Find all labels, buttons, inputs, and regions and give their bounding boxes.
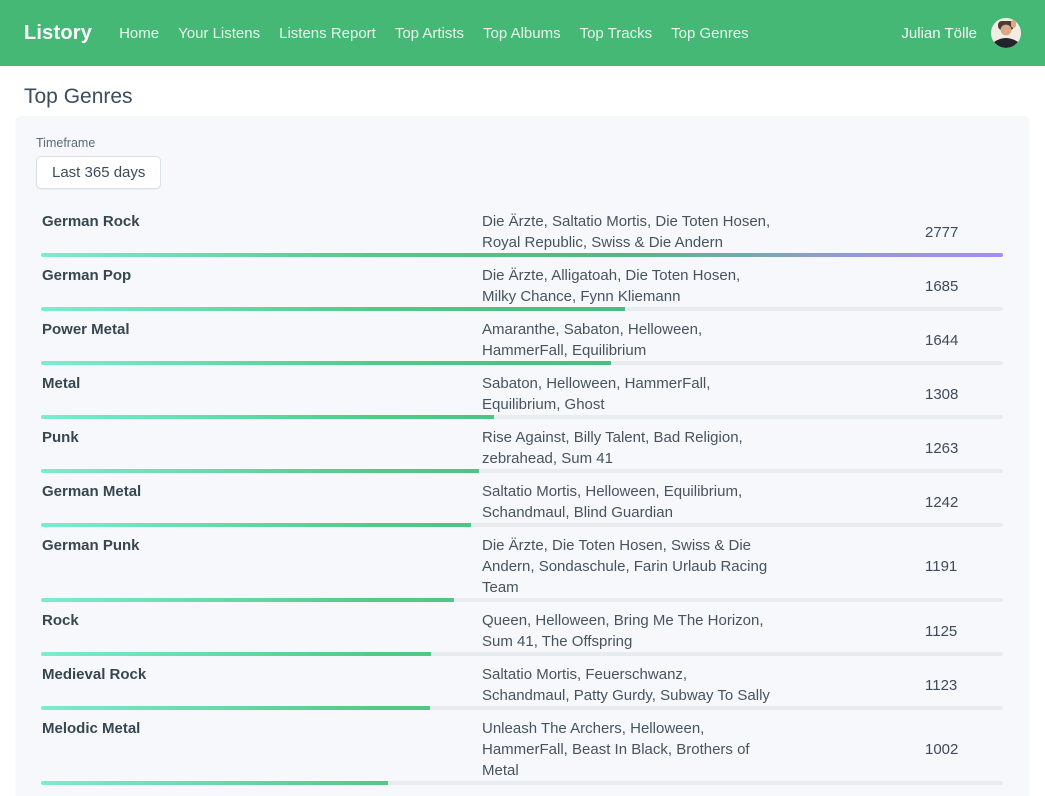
genre-name: German Punk bbox=[36, 535, 482, 598]
genre-name: German Pop bbox=[36, 265, 482, 307]
genre-row: Rock Queen, Helloween, Bring Me The Hori… bbox=[36, 602, 1007, 656]
genre-row: German Rock Die Ärzte, Saltatio Mortis, … bbox=[36, 203, 1007, 257]
timeframe-label: Timeframe bbox=[36, 136, 1007, 150]
genre-artists: Die Ärzte, Die Toten Hosen, Swiss & Die … bbox=[482, 535, 775, 598]
nav-item-top-albums[interactable]: Top Albums bbox=[483, 25, 561, 42]
genre-count: 1644 bbox=[775, 332, 1007, 349]
genre-count: 1002 bbox=[775, 741, 1007, 758]
genre-name: Metal bbox=[36, 373, 482, 415]
genre-row-content: German Indie Bukahara, Käptn Peng, KYTES… bbox=[36, 785, 1007, 796]
genre-count: 1191 bbox=[775, 558, 1007, 575]
genre-row-content: Rock Queen, Helloween, Bring Me The Hori… bbox=[36, 602, 1007, 652]
genre-row-content: Power Metal Amaranthe, Sabaton, Hellowee… bbox=[36, 311, 1007, 361]
genre-name: German Metal bbox=[36, 481, 482, 523]
genres-table: German Rock Die Ärzte, Saltatio Mortis, … bbox=[36, 203, 1007, 796]
genre-row-content: German Pop Die Ärzte, Alligatoah, Die To… bbox=[36, 257, 1007, 307]
nav-item-top-genres[interactable]: Top Genres bbox=[671, 25, 749, 42]
nav-item-home[interactable]: Home bbox=[119, 25, 159, 42]
genre-artists: Sabaton, Helloween, HammerFall, Equilibr… bbox=[482, 373, 775, 415]
genre-row-content: Punk Rise Against, Billy Talent, Bad Rel… bbox=[36, 419, 1007, 469]
genre-name: Medieval Rock bbox=[36, 664, 482, 706]
nav-item-listens-report[interactable]: Listens Report bbox=[279, 25, 376, 42]
timeframe-select[interactable]: Last 365 days bbox=[36, 156, 161, 189]
nav-item-top-artists[interactable]: Top Artists bbox=[395, 25, 464, 42]
nav-item-your-listens[interactable]: Your Listens bbox=[178, 25, 260, 42]
genre-row: Power Metal Amaranthe, Sabaton, Hellowee… bbox=[36, 311, 1007, 365]
genre-row: Melodic Metal Unleash The Archers, Hello… bbox=[36, 710, 1007, 785]
genre-row: German Punk Die Ärzte, Die Toten Hosen, … bbox=[36, 527, 1007, 602]
genre-artists: Unleash The Archers, Helloween, HammerFa… bbox=[482, 718, 775, 781]
genre-row-content: German Metal Saltatio Mortis, Helloween,… bbox=[36, 473, 1007, 523]
genre-count: 1123 bbox=[775, 677, 1007, 694]
genre-artists: Die Ärzte, Saltatio Mortis, Die Toten Ho… bbox=[482, 211, 775, 253]
genre-name: Punk bbox=[36, 427, 482, 469]
genre-row-content: German Punk Die Ärzte, Die Toten Hosen, … bbox=[36, 527, 1007, 598]
genre-row: Punk Rise Against, Billy Talent, Bad Rel… bbox=[36, 419, 1007, 473]
user-menu[interactable]: Julian Tölle bbox=[901, 18, 1021, 48]
genre-count: 1263 bbox=[775, 440, 1007, 457]
genre-count: 1308 bbox=[775, 386, 1007, 403]
app-header: Listory Home Your Listens Listens Report… bbox=[0, 0, 1045, 66]
genre-row-content: Melodic Metal Unleash The Archers, Hello… bbox=[36, 710, 1007, 781]
page-title: Top Genres bbox=[24, 84, 1021, 110]
genre-row: Medieval Rock Saltatio Mortis, Feuerschw… bbox=[36, 656, 1007, 710]
genre-name: German Rock bbox=[36, 211, 482, 253]
nav-item-top-tracks[interactable]: Top Tracks bbox=[580, 25, 653, 42]
genre-row-content: Medieval Rock Saltatio Mortis, Feuerschw… bbox=[36, 656, 1007, 706]
genre-count: 1685 bbox=[775, 278, 1007, 295]
genre-row: Metal Sabaton, Helloween, HammerFall, Eq… bbox=[36, 365, 1007, 419]
genre-artists: Saltatio Mortis, Feuerschwanz, Schandmau… bbox=[482, 664, 775, 706]
main-nav: Home Your Listens Listens Report Top Art… bbox=[119, 25, 749, 42]
genre-count: 1242 bbox=[775, 494, 1007, 511]
genre-count: 2777 bbox=[775, 224, 1007, 241]
genre-name: Melodic Metal bbox=[36, 718, 482, 781]
genre-row: German Indie Bukahara, Käptn Peng, KYTES… bbox=[36, 785, 1007, 796]
genre-artists: Queen, Helloween, Bring Me The Horizon, … bbox=[482, 610, 775, 652]
genre-artists: Rise Against, Billy Talent, Bad Religion… bbox=[482, 427, 775, 469]
genre-artists: Die Ärzte, Alligatoah, Die Toten Hosen, … bbox=[482, 265, 775, 307]
genre-name: Power Metal bbox=[36, 319, 482, 361]
genre-name: Rock bbox=[36, 610, 482, 652]
genre-row-content: German Rock Die Ärzte, Saltatio Mortis, … bbox=[36, 203, 1007, 253]
genre-count: 1125 bbox=[775, 623, 1007, 640]
genre-artists: Saltatio Mortis, Helloween, Equilibrium,… bbox=[482, 481, 775, 523]
user-name[interactable]: Julian Tölle bbox=[901, 25, 977, 42]
brand-logo[interactable]: Listory bbox=[24, 22, 92, 45]
genre-row-content: Metal Sabaton, Helloween, HammerFall, Eq… bbox=[36, 365, 1007, 415]
avatar-photo-icon bbox=[991, 18, 1021, 48]
genre-row: German Pop Die Ärzte, Alligatoah, Die To… bbox=[36, 257, 1007, 311]
genre-row: German Metal Saltatio Mortis, Helloween,… bbox=[36, 473, 1007, 527]
user-avatar[interactable] bbox=[991, 18, 1021, 48]
genre-artists: Amaranthe, Sabaton, Helloween, HammerFal… bbox=[482, 319, 775, 361]
top-genres-card: Timeframe Last 365 days German Rock Die … bbox=[16, 116, 1029, 796]
